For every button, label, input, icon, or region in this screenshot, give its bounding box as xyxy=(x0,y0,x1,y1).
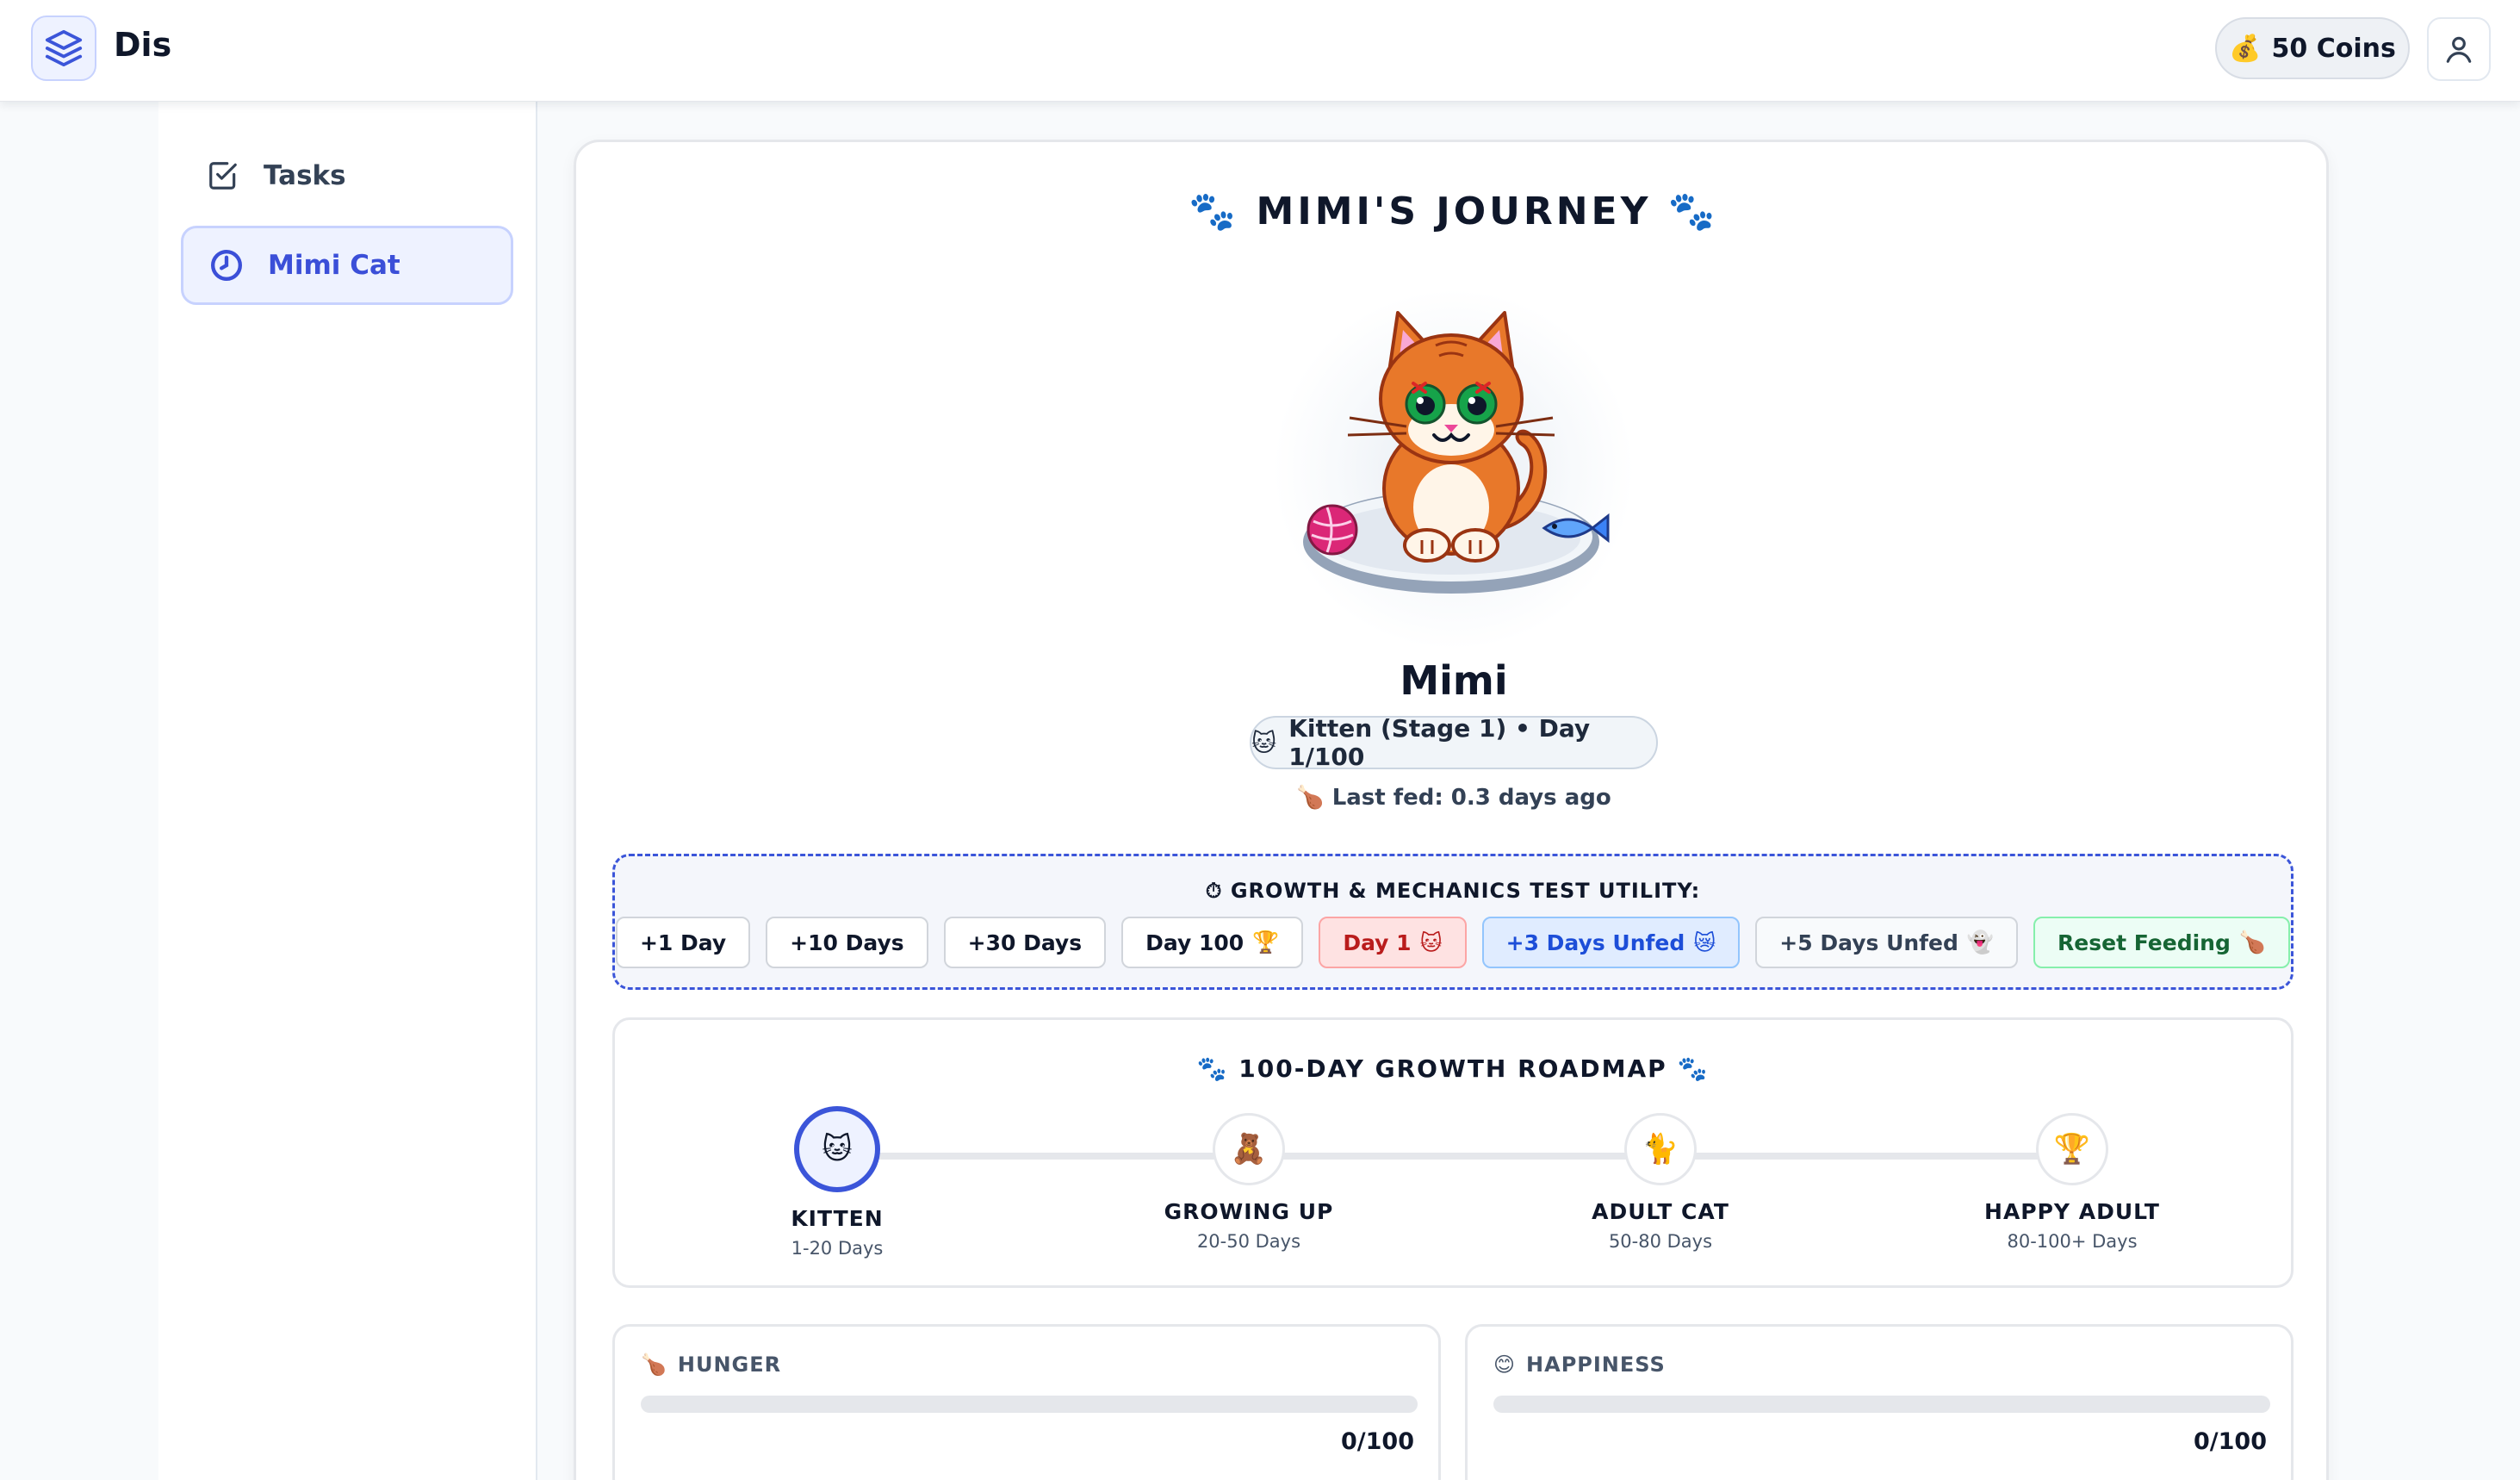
growth-roadmap: 🐾 100-DAY GROWTH ROADMAP 🐾 🐱 KITTEN 1-20… xyxy=(612,1017,2293,1288)
cat-icon: 🐈 xyxy=(1642,1132,1679,1166)
kitten-icon: 🐱 xyxy=(1251,728,1277,757)
button-label: +5 Days Unfed xyxy=(1779,930,1958,955)
add-1-day-button[interactable]: +1 Day xyxy=(615,917,751,968)
coins-label: 50 Coins xyxy=(2271,33,2396,64)
hunger-value: 0/100 xyxy=(1340,1428,1414,1455)
sidebar-item-tasks[interactable]: Tasks xyxy=(181,136,513,215)
test-utility-panel: ⏱ GROWTH & MECHANICS TEST UTILITY: +1 Da… xyxy=(612,854,2293,990)
milestone-days: 80-100+ Days xyxy=(2007,1231,2138,1252)
drumstick-icon: 🍗 xyxy=(2238,930,2267,955)
last-fed-text: Last fed: 0.3 days ago xyxy=(1331,785,1611,811)
button-label: +1 Day xyxy=(639,930,727,955)
roadmap-title-text: 100-DAY GROWTH ROADMAP xyxy=(1238,1054,1667,1083)
milestone-marker: 🧸 xyxy=(1213,1113,1285,1185)
trophy-icon: 🏆 xyxy=(1252,930,1280,955)
add-3-days-unfed-button[interactable]: +3 Days Unfed 😿 xyxy=(1481,917,1741,968)
test-utility-title: ⏱ GROWTH & MECHANICS TEST UTILITY: xyxy=(615,879,2291,903)
ghost-icon: 👻 xyxy=(1966,930,1995,955)
app-header: Dis 💰 50 Coins xyxy=(0,0,2520,102)
happiness-progress-bar xyxy=(1493,1396,2270,1413)
day-1-button[interactable]: Day 1 🐱 xyxy=(1319,917,1467,968)
happiness-card: 😊 HAPPINESS 0/100 xyxy=(1465,1324,2293,1480)
journey-title: 🐾 MIMI'S JOURNEY 🐾 xyxy=(576,189,2331,233)
cat-illustration[interactable] xyxy=(1296,304,1617,628)
milestone-kitten[interactable]: 🐱 KITTEN 1-20 Days xyxy=(708,1106,966,1259)
happiness-heading: 😊 HAPPINESS xyxy=(1493,1353,1666,1377)
app-logo[interactable] xyxy=(31,16,96,81)
last-fed-status: 🍗 Last fed: 0.3 days ago xyxy=(576,785,2331,811)
checkbox-icon xyxy=(209,162,237,190)
milestone-label: KITTEN xyxy=(791,1206,884,1231)
sidebar-item-label: Mimi Cat xyxy=(268,250,400,281)
milestone-adult-cat[interactable]: 🐈 ADULT CAT 50-80 Days xyxy=(1531,1113,1790,1252)
teddy-bear-icon: 🧸 xyxy=(1230,1132,1268,1166)
sidebar-item-label: Tasks xyxy=(264,160,346,191)
button-label: Reset Feeding xyxy=(2058,930,2231,955)
pet-name: Mimi xyxy=(1400,657,1508,704)
hunger-heading: 🍗 HUNGER xyxy=(641,1353,781,1377)
stage-badge: 🐱 Kitten (Stage 1) • Day 1/100 xyxy=(1250,714,1658,771)
milestone-label: GROWING UP xyxy=(1164,1199,1334,1224)
kitten-icon: 🐱 xyxy=(1419,930,1443,955)
add-5-days-unfed-button[interactable]: +5 Days Unfed 👻 xyxy=(1755,917,2019,968)
hunger-label: HUNGER xyxy=(677,1353,782,1377)
button-label: Day 100 xyxy=(1145,930,1244,955)
roadmap-title: 🐾 100-DAY GROWTH ROADMAP 🐾 xyxy=(615,1054,2291,1083)
reset-feeding-button[interactable]: Reset Feeding 🍗 xyxy=(2033,917,2291,968)
milestone-happy-adult[interactable]: 🏆 HAPPY ADULT 80-100+ Days xyxy=(1943,1113,2201,1252)
milestone-growing-up[interactable]: 🧸 GROWING UP 20-50 Days xyxy=(1120,1113,1378,1252)
test-button-row: +1 Day +10 Days +30 Days Day 100 🏆 Day 1… xyxy=(615,917,2291,968)
milestone-marker: 🏆 xyxy=(2036,1113,2108,1185)
hunger-progress-bar xyxy=(641,1396,1418,1413)
add-10-days-button[interactable]: +10 Days xyxy=(766,917,928,968)
paw-icon: 🐾 xyxy=(1196,1054,1229,1083)
test-utility-title-text: GROWTH & MECHANICS TEST UTILITY: xyxy=(1230,879,1701,903)
drumstick-icon: 🍗 xyxy=(1296,785,1325,811)
user-menu-button[interactable] xyxy=(2427,17,2491,81)
hunger-card: 🍗 HUNGER 0/100 xyxy=(612,1324,1441,1480)
milestone-days: 1-20 Days xyxy=(791,1238,884,1259)
pet-card: 🐾 MIMI'S JOURNEY 🐾 Mimi 🐱 Kitten (Stage … xyxy=(574,140,2329,1480)
coins-balance[interactable]: 💰 50 Coins xyxy=(2215,17,2410,79)
drumstick-icon: 🍗 xyxy=(641,1353,667,1377)
milestone-label: ADULT CAT xyxy=(1592,1199,1729,1224)
sidebar: Tasks Mimi Cat xyxy=(158,102,537,1480)
left-gutter xyxy=(0,102,158,1480)
milestone-label: HAPPY ADULT xyxy=(1984,1199,2160,1224)
journey-title-text: MIMI'S JOURNEY xyxy=(1256,190,1652,233)
milestone-marker: 🐈 xyxy=(1624,1113,1697,1185)
add-30-days-button[interactable]: +30 Days xyxy=(943,917,1107,968)
paw-icon: 🐾 xyxy=(1189,190,1240,233)
happiness-value: 0/100 xyxy=(2193,1428,2267,1455)
sidebar-item-mimi-cat[interactable]: Mimi Cat xyxy=(181,226,513,305)
day-100-button[interactable]: Day 100 🏆 xyxy=(1121,917,1304,968)
clock-icon xyxy=(211,250,242,281)
roadmap-track xyxy=(837,1153,2074,1160)
happiness-label: HAPPINESS xyxy=(1526,1353,1666,1377)
button-label: +10 Days xyxy=(790,930,904,955)
money-bag-icon: 💰 xyxy=(2229,33,2262,64)
button-label: +3 Days Unfed xyxy=(1505,930,1685,955)
stage-text: Kitten (Stage 1) • Day 1/100 xyxy=(1288,714,1591,771)
layers-icon xyxy=(45,29,83,67)
kitten-icon: 🐱 xyxy=(822,1132,853,1166)
trophy-icon: 🏆 xyxy=(2053,1132,2091,1166)
milestone-days: 20-50 Days xyxy=(1196,1231,1301,1252)
stopwatch-icon: ⏱ xyxy=(1205,879,1223,903)
user-icon xyxy=(2446,36,2472,63)
paw-icon: 🐾 xyxy=(1667,190,1719,233)
milestone-days: 50-80 Days xyxy=(1608,1231,1713,1252)
milestone-marker: 🐱 xyxy=(794,1106,880,1192)
app-name: Dis xyxy=(114,26,172,64)
smile-icon: 😊 xyxy=(1493,1353,1517,1377)
crying-cat-icon: 😿 xyxy=(1693,930,1716,955)
paw-icon: 🐾 xyxy=(1677,1054,1710,1083)
button-label: Day 1 xyxy=(1343,930,1412,955)
button-label: +30 Days xyxy=(967,930,1083,955)
